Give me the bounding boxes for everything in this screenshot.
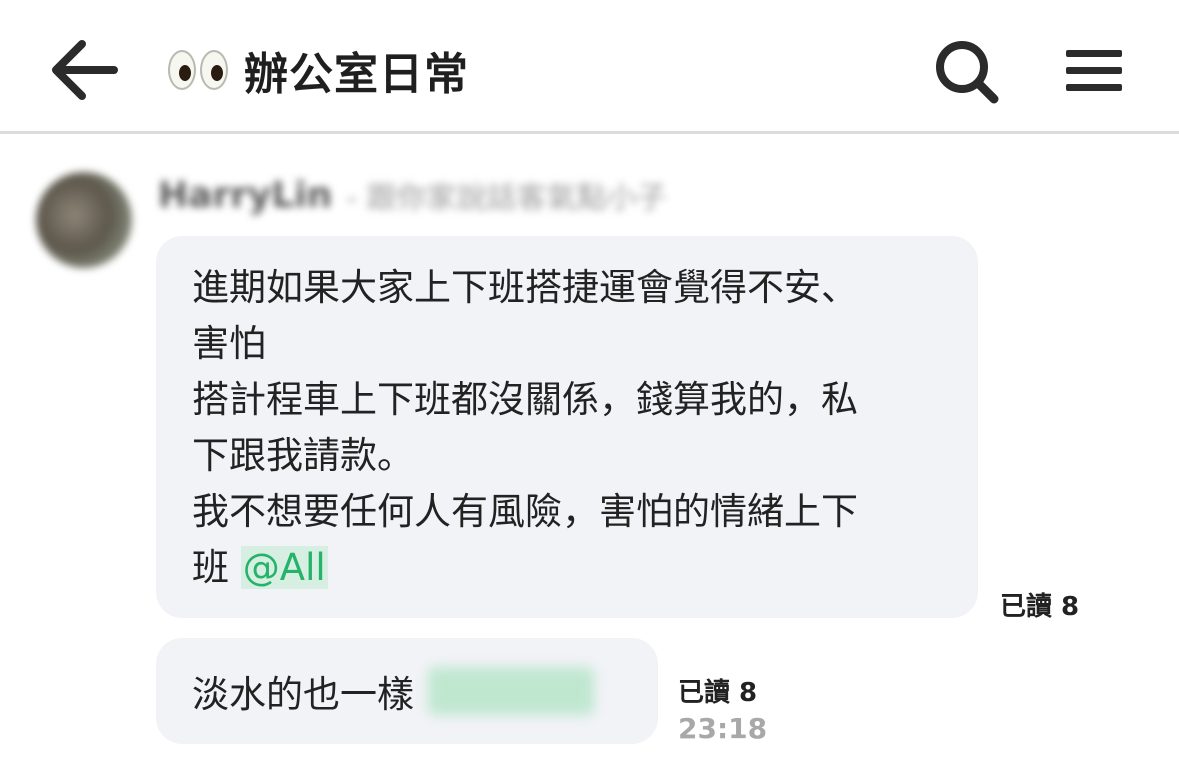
sender-info: HarryLin - 跟你家說話客氣點小子 bbox=[158, 170, 667, 220]
chat-title: 辦公室日常 bbox=[244, 49, 469, 100]
search-icon[interactable] bbox=[932, 38, 1002, 104]
message-line: 搭計程車上下班都沒關係，錢算我的，私 bbox=[192, 378, 858, 421]
blurred-mention[interactable] bbox=[428, 667, 594, 715]
message-line: 我不想要任何人有風險，害怕的情緒上下 bbox=[192, 490, 858, 533]
message-line-last: 班 @All bbox=[192, 540, 942, 596]
message-line: 下跟我請款。 bbox=[192, 434, 414, 477]
chat-title-group: 辦公室日常 bbox=[168, 38, 469, 102]
read-receipt: 已讀 8 bbox=[678, 678, 758, 708]
message-bubble[interactable]: 進期如果大家上下班搭捷運會覺得不安、 害怕 搭計程車上下班都沒關係，錢算我的，私… bbox=[156, 236, 978, 618]
sender-status: - 跟你家說話客氣點小子 bbox=[346, 181, 667, 216]
read-receipt: 已讀 8 bbox=[1000, 592, 1080, 622]
message-text: 班 bbox=[192, 546, 229, 589]
chat-header: 辦公室日常 bbox=[0, 0, 1179, 134]
message-time: 23:18 bbox=[678, 712, 768, 745]
message-line: 害怕 bbox=[192, 322, 266, 365]
back-arrow-icon[interactable] bbox=[48, 36, 120, 104]
mention-all[interactable]: @All bbox=[240, 546, 328, 589]
message-bubble[interactable]: 淡水的也一樣 bbox=[156, 638, 658, 744]
message-line: 進期如果大家上下班搭捷運會覺得不安、 bbox=[192, 266, 858, 309]
avatar[interactable] bbox=[36, 172, 132, 268]
message-text: 淡水的也一樣 bbox=[192, 673, 414, 716]
sender-name: HarryLin bbox=[158, 174, 333, 216]
eyes-emoji-icon bbox=[168, 50, 228, 90]
menu-icon[interactable] bbox=[1066, 46, 1124, 94]
